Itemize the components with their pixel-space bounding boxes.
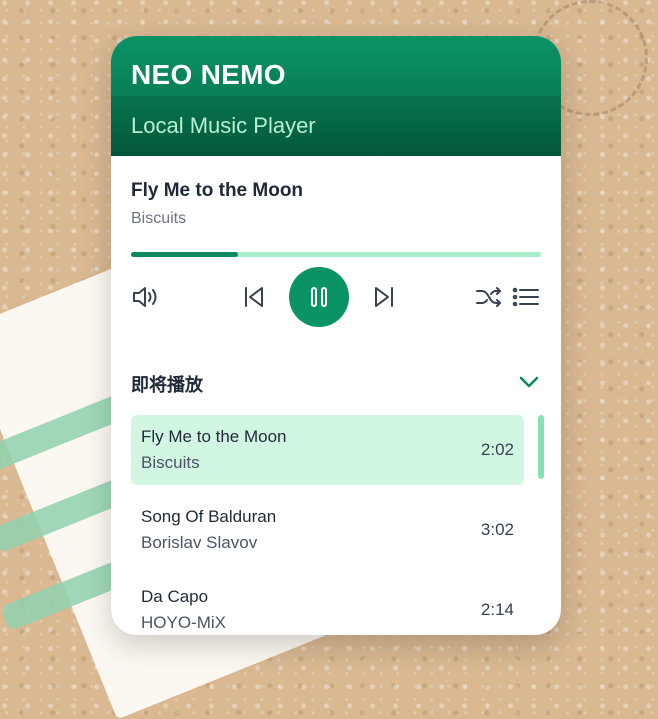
pause-button[interactable] (289, 267, 349, 327)
queue-item[interactable]: Fly Me to the Moon Biscuits 2:02 (131, 415, 524, 485)
shuffle-icon (476, 287, 501, 307)
progress-bar[interactable] (131, 252, 541, 257)
queue-scrollbar[interactable] (538, 415, 544, 479)
queue-item-info: Da Capo HOYO-MiX (141, 587, 226, 633)
skip-next-icon (375, 287, 393, 307)
previous-button[interactable] (241, 284, 267, 310)
playlist-icon (512, 287, 539, 307)
queue-item-artist: HOYO-MiX (141, 613, 226, 632)
playlist-button[interactable] (511, 284, 541, 310)
queue-item-duration: 2:02 (480, 440, 514, 459)
pause-icon (311, 287, 327, 307)
queue-list: Fly Me to the Moon Biscuits 2:02 Song Of… (131, 415, 544, 635)
queue-item-duration: 2:14 (480, 600, 514, 619)
track-artist: Biscuits (131, 210, 187, 227)
queue-header: 即将播放 (131, 371, 541, 397)
now-playing: Fly Me to the Moon Biscuits (111, 156, 561, 327)
queue-item-title: Fly Me to the Moon (141, 427, 287, 446)
skip-previous-icon (245, 287, 263, 307)
queue-item-title: Da Capo (141, 587, 209, 606)
queue-item-info: Fly Me to the Moon Biscuits (141, 427, 287, 473)
shuffle-button[interactable] (475, 284, 503, 310)
playback-controls (131, 267, 541, 327)
track-title: Fly Me to the Moon (131, 180, 304, 201)
header-subtitle-bar: Local Music Player (111, 96, 561, 156)
queue-item-info: Song Of Balduran Borislav Slavov (141, 507, 276, 553)
queue-item[interactable]: Da Capo HOYO-MiX 2:14 (131, 575, 524, 635)
app-subtitle: Local Music Player (131, 113, 316, 138)
app-brand: NEO NEMO (131, 59, 286, 90)
queue-item-title: Song Of Balduran (141, 507, 277, 526)
queue-item-duration: 3:02 (480, 520, 514, 539)
volume-button[interactable] (131, 284, 161, 310)
queue-item-artist: Biscuits (141, 453, 200, 472)
chevron-down-icon (519, 376, 539, 387)
music-player-card: NEO NEMO Local Music Player Fly Me to th… (111, 36, 561, 635)
queue-item[interactable]: Song Of Balduran Borislav Slavov 3:02 (131, 495, 524, 565)
progress-fill (131, 252, 238, 257)
next-button[interactable] (371, 284, 397, 310)
queue-collapse-button[interactable] (517, 372, 541, 397)
queue-item-artist: Borislav Slavov (141, 533, 258, 552)
queue-title: 即将播放 (131, 375, 203, 395)
header-brand-bar: NEO NEMO (111, 36, 561, 96)
volume-icon (133, 287, 157, 307)
